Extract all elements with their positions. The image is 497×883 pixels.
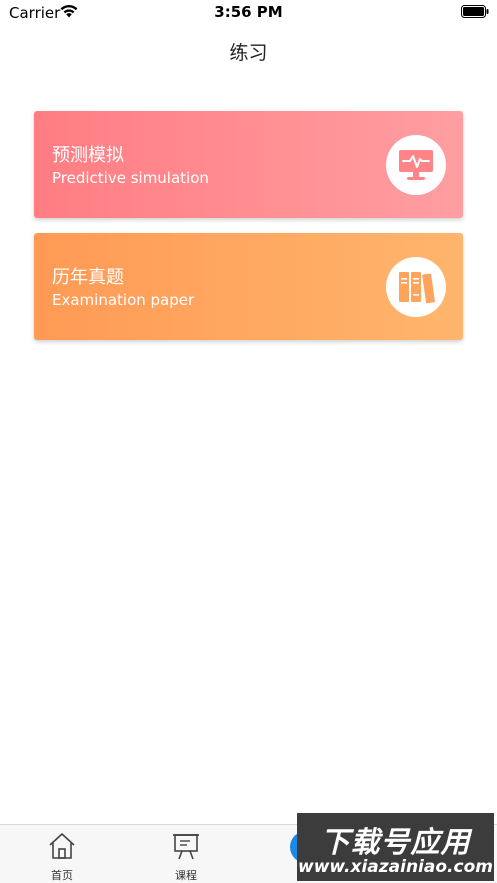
page-title: 练习 xyxy=(229,42,268,64)
tab-label: 首页 xyxy=(51,869,73,882)
watermark-title: 下载号应用 xyxy=(320,825,471,859)
card-subtitle: Examination paper xyxy=(52,291,195,309)
predictive-simulation-card[interactable]: 预测模拟 Predictive simulation xyxy=(34,111,463,218)
status-bar: Carrier 3:56 PM xyxy=(0,0,497,26)
card-title: 预测模拟 xyxy=(52,145,124,166)
tab-label: 课程 xyxy=(175,869,197,882)
battery-icon xyxy=(461,5,489,18)
watermark: 下载号应用 www.xiazainiao.com xyxy=(297,813,494,881)
tab-course[interactable]: 课程 xyxy=(151,825,221,883)
watermark-url: www.xiazainiao.com xyxy=(298,857,493,877)
card-title: 历年真题 xyxy=(52,267,124,288)
monitor-pulse-icon xyxy=(386,135,446,195)
books-icon xyxy=(386,257,446,317)
clock: 3:56 PM xyxy=(214,3,283,21)
examination-paper-card[interactable]: 历年真题 Examination paper xyxy=(34,233,463,340)
home-icon xyxy=(49,833,75,859)
presentation-board-icon xyxy=(173,834,199,860)
card-subtitle: Predictive simulation xyxy=(52,169,209,187)
practice-screen: Carrier 3:56 PM 练习 预测模拟 Predictive simul… xyxy=(0,0,497,883)
tab-home[interactable]: 首页 xyxy=(27,825,97,883)
